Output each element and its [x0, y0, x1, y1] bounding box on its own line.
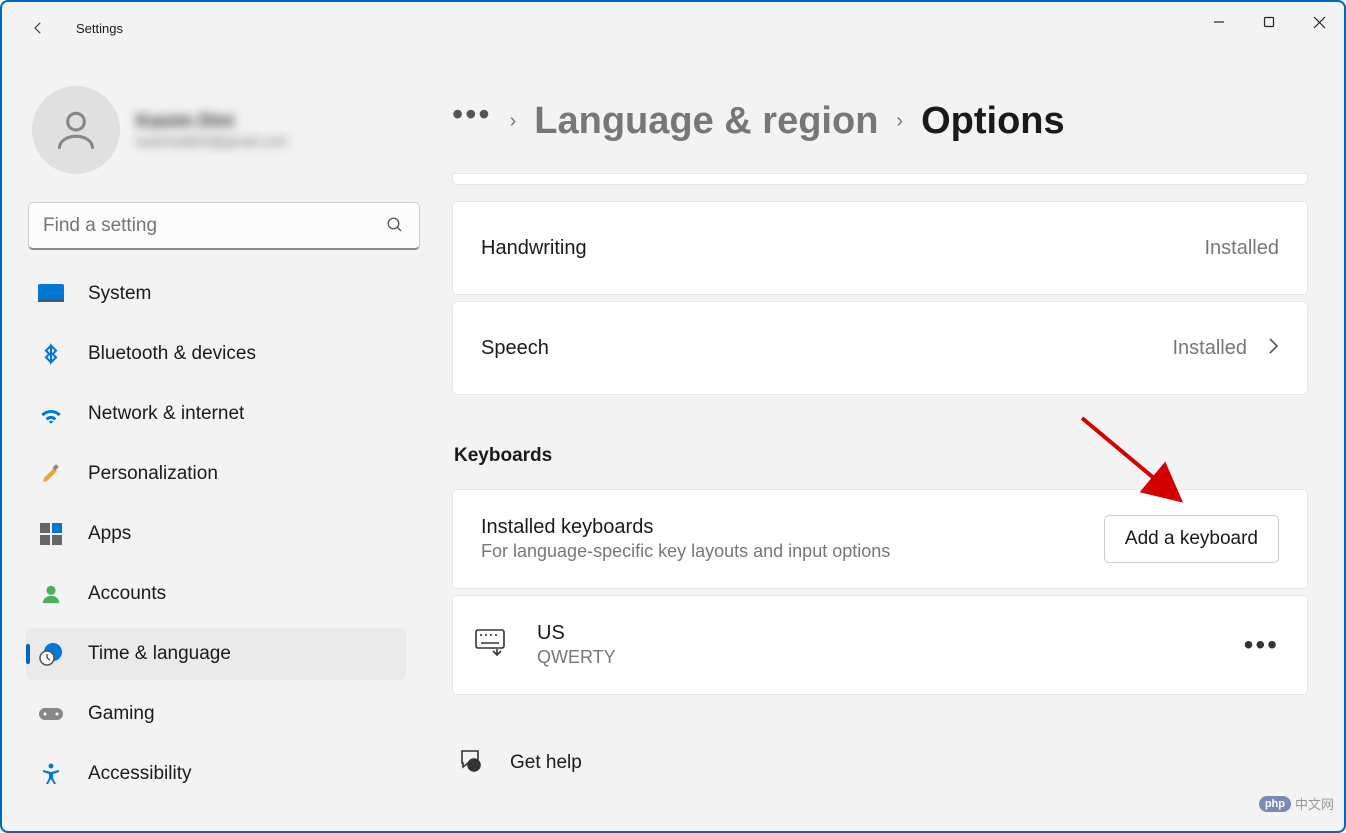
- profile-email: kasimaddini@gmail.com: [136, 133, 288, 149]
- maximize-button[interactable]: [1244, 2, 1294, 42]
- sidebar-item-label: Time & language: [88, 643, 231, 665]
- sidebar-item-label: Gaming: [88, 703, 155, 725]
- globe-clock-icon: [38, 641, 64, 667]
- bluetooth-icon: [38, 341, 64, 367]
- main-content: ••• › Language & region › Options Handwr…: [440, 54, 1344, 831]
- sidebar-item-accessibility[interactable]: Accessibility: [26, 748, 406, 800]
- sidebar-item-label: Bluetooth & devices: [88, 343, 256, 365]
- feature-status: Installed: [1205, 237, 1280, 260]
- apps-icon: [38, 521, 64, 547]
- get-help-label: Get help: [510, 752, 582, 774]
- sidebar-item-system[interactable]: System: [26, 268, 406, 320]
- titlebar: Settings: [2, 2, 1344, 54]
- feature-card-handwriting[interactable]: Handwriting Installed: [452, 201, 1308, 295]
- minimize-button[interactable]: [1194, 2, 1244, 42]
- app-title: Settings: [76, 21, 123, 36]
- help-icon: ?: [458, 747, 484, 779]
- watermark: php 中文网: [1259, 794, 1334, 813]
- search-input[interactable]: [28, 202, 420, 250]
- add-keyboard-button[interactable]: Add a keyboard: [1104, 515, 1279, 563]
- keyboards-header: Keyboards: [454, 445, 1308, 467]
- back-button[interactable]: [26, 16, 50, 40]
- feature-status: Installed: [1173, 337, 1248, 360]
- installed-keyboards-sub: For language-specific key layouts and in…: [481, 541, 890, 562]
- more-options-button[interactable]: •••: [1244, 631, 1279, 659]
- sidebar-item-label: System: [88, 283, 151, 305]
- system-icon: [38, 281, 64, 307]
- breadcrumb-language-region[interactable]: Language & region: [534, 100, 878, 143]
- sidebar-item-label: Accessibility: [88, 763, 191, 785]
- previous-card-edge: [452, 173, 1308, 185]
- installed-keyboards-card: Installed keyboards For language-specifi…: [452, 489, 1308, 589]
- breadcrumb-current: Options: [921, 100, 1065, 143]
- keyboard-layout: QWERTY: [537, 647, 616, 668]
- chevron-right-icon: ›: [896, 110, 903, 133]
- gamepad-icon: [38, 701, 64, 727]
- keyboard-icon: [475, 629, 509, 662]
- sidebar-item-label: Apps: [88, 523, 131, 545]
- profile-block[interactable]: Kasim Dini kasimaddini@gmail.com: [32, 86, 422, 174]
- watermark-badge: php: [1259, 796, 1291, 812]
- keyboard-item[interactable]: US QWERTY •••: [452, 595, 1308, 695]
- profile-name: Kasim Dini: [136, 111, 288, 133]
- person-icon: [38, 581, 64, 607]
- sidebar-item-network[interactable]: Network & internet: [26, 388, 406, 440]
- close-button[interactable]: [1294, 2, 1344, 42]
- breadcrumb-overflow[interactable]: •••: [452, 98, 492, 130]
- chevron-right-icon: [1267, 336, 1279, 361]
- feature-title: Speech: [481, 337, 549, 360]
- sidebar-item-time-language[interactable]: Time & language: [26, 628, 406, 680]
- svg-text:?: ?: [471, 761, 477, 771]
- sidebar-item-label: Accounts: [88, 583, 166, 605]
- brush-icon: [38, 461, 64, 487]
- sidebar-item-apps[interactable]: Apps: [26, 508, 406, 560]
- sidebar-item-label: Personalization: [88, 463, 218, 485]
- wifi-icon: [38, 401, 64, 427]
- get-help-link[interactable]: ? Get help: [452, 747, 1308, 779]
- avatar: [32, 86, 120, 174]
- sidebar-item-label: Network & internet: [88, 403, 244, 425]
- watermark-text: 中文网: [1295, 794, 1334, 813]
- accessibility-icon: [38, 761, 64, 787]
- search-icon: [386, 216, 404, 239]
- breadcrumb: ••• › Language & region › Options: [452, 100, 1308, 143]
- window-controls: [1194, 2, 1344, 42]
- installed-keyboards-title: Installed keyboards: [481, 516, 890, 539]
- chevron-right-icon: ›: [510, 110, 517, 133]
- sidebar-item-bluetooth[interactable]: Bluetooth & devices: [26, 328, 406, 380]
- nav-list: System Bluetooth & devices Network & int…: [26, 268, 422, 808]
- search-field[interactable]: [28, 202, 420, 250]
- keyboard-name: US: [537, 622, 616, 645]
- sidebar-item-accounts[interactable]: Accounts: [26, 568, 406, 620]
- feature-title: Handwriting: [481, 237, 587, 260]
- sidebar: Kasim Dini kasimaddini@gmail.com System …: [2, 54, 440, 831]
- sidebar-item-gaming[interactable]: Gaming: [26, 688, 406, 740]
- sidebar-item-personalization[interactable]: Personalization: [26, 448, 406, 500]
- feature-card-speech[interactable]: Speech Installed: [452, 301, 1308, 395]
